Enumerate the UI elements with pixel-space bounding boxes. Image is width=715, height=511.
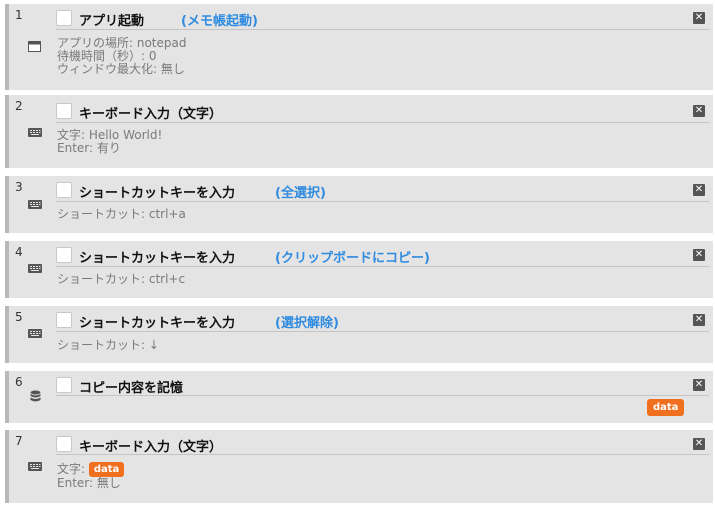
divider <box>56 266 709 267</box>
step-note: (メモ帳起動) <box>181 14 258 29</box>
step-checkbox[interactable] <box>56 377 72 393</box>
step-title: キーボード入力（文字） <box>79 107 223 122</box>
step-title: ショートカットキーを入力 <box>79 251 236 266</box>
database-icon <box>30 390 41 402</box>
keyboard-icon <box>28 264 42 273</box>
divider <box>56 29 709 30</box>
param-line: ショートカット: ↓ <box>57 338 159 352</box>
close-icon[interactable]: ✕ <box>693 379 705 391</box>
step-title: ショートカットキーを入力 <box>79 186 236 201</box>
keyboard-icon <box>28 462 42 471</box>
step-checkbox[interactable] <box>56 103 72 119</box>
step-3[interactable]: 3 ショートカットキーを入力 (全選択) ✕ ショートカット: ctrl+a <box>5 176 713 233</box>
close-icon[interactable]: ✕ <box>693 12 705 24</box>
divider <box>56 122 709 123</box>
step-checkbox[interactable] <box>56 10 72 26</box>
step-number: 4 <box>15 245 23 259</box>
close-icon[interactable]: ✕ <box>693 438 705 450</box>
divider <box>56 454 709 455</box>
keyboard-icon <box>28 329 42 338</box>
step-title: アプリ起動 <box>79 14 145 29</box>
window-icon <box>28 41 41 52</box>
step-note: (全選択) <box>275 186 326 201</box>
param-line: ショートカット: ctrl+c <box>57 272 186 286</box>
param-line: Enter: 無し <box>57 476 121 490</box>
divider <box>56 201 709 202</box>
close-icon[interactable]: ✕ <box>693 105 705 117</box>
step-note: (選択解除) <box>275 316 339 331</box>
step-6[interactable]: 6 コピー内容を記憶 ✕ data <box>5 371 713 423</box>
param-line: ショートカット: ctrl+a <box>57 207 186 221</box>
param-line: ウィンドウ最大化: 無し <box>57 62 185 76</box>
step-checkbox[interactable] <box>56 312 72 328</box>
close-icon[interactable]: ✕ <box>693 314 705 326</box>
close-icon[interactable]: ✕ <box>693 249 705 261</box>
step-4[interactable]: 4 ショートカットキーを入力 (クリップボードにコピー) ✕ ショートカット: … <box>5 241 713 298</box>
step-number: 1 <box>15 8 23 22</box>
step-checkbox[interactable] <box>56 247 72 263</box>
data-badge: data <box>647 399 685 416</box>
step-7[interactable]: 7 キーボード入力（文字） ✕ 文字: data Enter: 無し <box>5 430 713 503</box>
step-checkbox[interactable] <box>56 182 72 198</box>
keyboard-icon <box>28 200 42 209</box>
step-title: ショートカットキーを入力 <box>79 316 236 331</box>
divider <box>56 331 709 332</box>
close-icon[interactable]: ✕ <box>693 184 705 196</box>
step-number: 5 <box>15 310 23 324</box>
step-5[interactable]: 5 ショートカットキーを入力 (選択解除) ✕ ショートカット: ↓ <box>5 306 713 363</box>
step-number: 6 <box>15 375 23 389</box>
param-line: 文字: data <box>57 462 125 477</box>
divider <box>56 395 709 396</box>
step-note: (クリップボードにコピー) <box>275 251 430 266</box>
step-title: キーボード入力（文字） <box>79 440 223 455</box>
step-checkbox[interactable] <box>56 436 72 452</box>
data-badge: data <box>88 462 125 477</box>
step-number: 7 <box>15 434 23 448</box>
keyboard-icon <box>28 128 42 137</box>
step-number: 3 <box>15 180 23 194</box>
param-line: Enter: 有り <box>57 141 121 155</box>
step-title: コピー内容を記憶 <box>79 381 184 396</box>
step-number: 2 <box>15 99 23 113</box>
step-2[interactable]: 2 キーボード入力（文字） ✕ 文字: Hello World! Enter: … <box>5 95 713 168</box>
param-label: 文字: <box>57 462 86 476</box>
step-1[interactable]: 1 アプリ起動 (メモ帳起動) ✕ アプリの場所: notepad 待機時間（秒… <box>5 4 713 90</box>
